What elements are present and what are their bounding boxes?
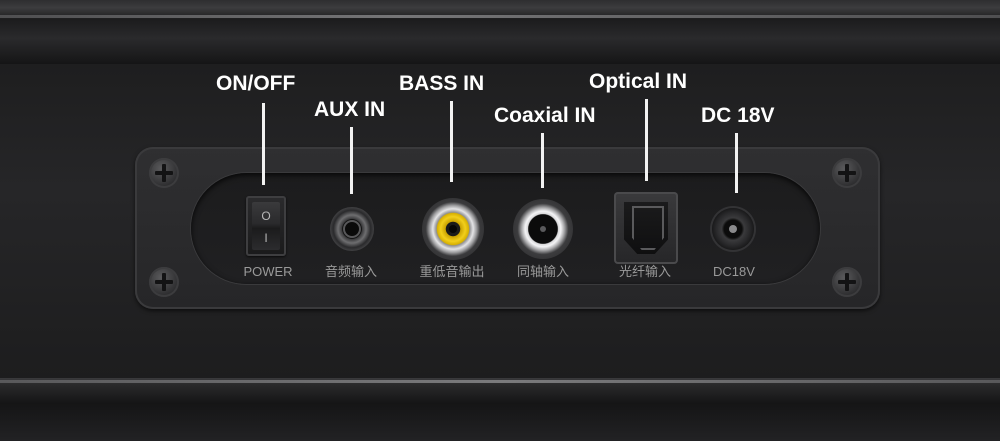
port-label-bass: 重低音输出 <box>419 264 485 279</box>
leader-line-dc-18v <box>735 133 738 193</box>
leader-line-on-off <box>262 103 265 185</box>
switch-off-mark: O <box>261 209 271 223</box>
rca-jack[interactable] <box>422 198 484 260</box>
power-switch-rocker: O I <box>252 202 280 250</box>
top-edge-highlight <box>0 15 1000 18</box>
bottom-edge-highlight <box>0 380 1000 383</box>
aux-jack-opening <box>343 220 361 238</box>
dc-jack[interactable] <box>712 208 754 250</box>
callout-coaxial-in: Coaxial IN <box>494 104 596 127</box>
callout-aux-in: AUX IN <box>314 98 386 121</box>
optical-port[interactable] <box>614 192 678 264</box>
port-label-dc: DC18V <box>713 264 755 279</box>
soundbar-top-edge <box>0 0 1000 64</box>
leader-line-coaxial-in <box>541 133 544 188</box>
leader-line-optical-in <box>645 99 648 181</box>
leader-line-bass-in <box>450 101 453 182</box>
screw-icon <box>149 267 179 297</box>
soundbar-rear-panel-photo: ON/OFF AUX IN BASS IN Coaxial IN Optical… <box>0 0 1000 441</box>
coaxial-jack-pin <box>540 226 546 232</box>
callout-on-off: ON/OFF <box>216 72 296 95</box>
rca-jack-pin <box>449 225 457 233</box>
screw-icon <box>149 158 179 188</box>
leader-line-aux-in <box>350 127 353 194</box>
soundbar-bottom-edge <box>0 378 1000 441</box>
coaxial-jack[interactable] <box>513 199 573 259</box>
aux-jack[interactable] <box>330 207 374 251</box>
power-switch[interactable]: O I <box>246 196 286 256</box>
port-label-aux: 音频输入 <box>324 264 377 279</box>
optical-port-outline <box>632 206 664 250</box>
screw-icon <box>832 158 862 188</box>
callout-optical-in: Optical IN <box>589 70 688 93</box>
port-label-optical: 光纤输入 <box>618 264 671 279</box>
callout-bass-in: BASS IN <box>399 72 485 95</box>
callout-dc-18v: DC 18V <box>701 104 775 127</box>
screw-icon <box>832 267 862 297</box>
port-label-coaxial: 同轴输入 <box>516 264 569 279</box>
dc-jack-pin <box>729 225 737 233</box>
port-label-power: POWER <box>243 264 293 279</box>
switch-on-mark: I <box>264 231 268 245</box>
